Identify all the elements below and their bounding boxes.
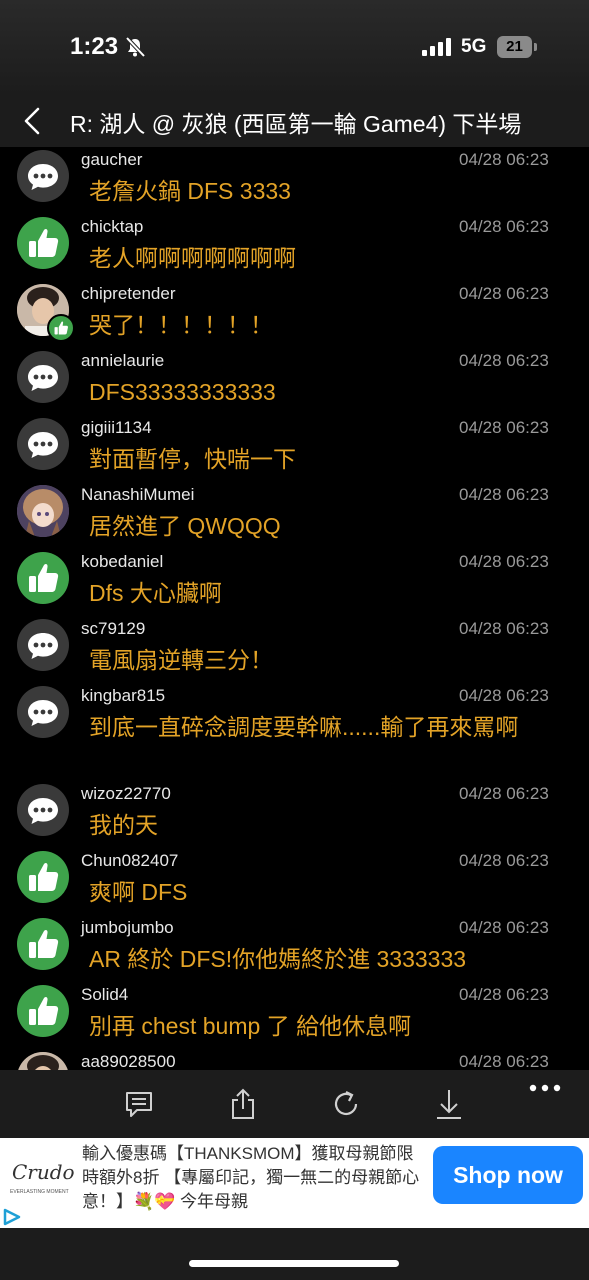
user-photo-avatar[interactable]: [17, 1052, 69, 1070]
comment-text: DFS33333333333: [89, 379, 276, 405]
chat-bubble-icon[interactable]: [17, 418, 69, 470]
comment-username[interactable]: aa89028500: [81, 1052, 176, 1070]
comment-text: 我的天: [89, 812, 158, 838]
download-icon[interactable]: [433, 1088, 465, 1120]
comment-text: 到底一直碎念調度要幹嘛......輸了再來罵啊: [89, 714, 519, 740]
comment-timestamp: 04/28 06:23: [459, 1052, 549, 1070]
chat-bubble-icon[interactable]: [17, 351, 69, 403]
thumbs-up-icon[interactable]: [17, 985, 69, 1037]
comment-text: 別再 chest bump 了 給他休息啊: [89, 1013, 412, 1039]
comment-timestamp: 04/28 06:23: [459, 418, 549, 437]
comment-username[interactable]: gaucher: [81, 150, 142, 170]
comment-timestamp: 04/28 06:23: [459, 619, 549, 638]
thumbs-up-icon[interactable]: [17, 918, 69, 970]
chat-bubble-icon[interactable]: [17, 686, 69, 738]
comment-text: 爽啊 DFS: [89, 879, 188, 905]
comment-username[interactable]: chicktap: [81, 217, 143, 237]
comment-text: 電風扇逆轉三分！: [89, 647, 273, 673]
ad-banner[interactable]: Crudo EVERLASTING MOMENT 輸入優惠碼【THANKSMOM…: [0, 1138, 589, 1228]
comment-username[interactable]: wizoz22770: [81, 784, 171, 804]
comment-username[interactable]: NanashiMumei: [81, 485, 194, 505]
comment-username[interactable]: Solid4: [81, 985, 128, 1005]
comment-text: 對面暫停，快喘一下: [89, 446, 296, 472]
comment-username[interactable]: kobedaniel: [81, 552, 163, 572]
comment-timestamp: 04/28 06:23: [459, 784, 549, 803]
comment-text: AR 終於 DFS!你他媽終於進 3333333: [89, 946, 467, 972]
chat-bubble-icon[interactable]: [17, 784, 69, 836]
comment-timestamp: 04/28 06:23: [459, 351, 549, 370]
thumbs-up-icon[interactable]: [17, 217, 69, 269]
like-badge-icon: [47, 314, 75, 342]
cellular-signal-icon: [422, 38, 451, 56]
comment-username[interactable]: Chun082407: [81, 851, 178, 871]
comment-username[interactable]: jumbojumbo: [81, 918, 174, 938]
comment-timestamp: 04/28 06:23: [459, 552, 549, 571]
page-title: R: 湖人 @ 灰狼 (西區第一輪 Game4) 下半場: [70, 111, 522, 137]
ad-logo-text: Crudo: [12, 1160, 75, 1184]
comment-timestamp: 04/28 06:23: [459, 851, 549, 870]
comment-timestamp: 04/28 06:23: [459, 284, 549, 303]
comment-timestamp: 04/28 06:23: [459, 985, 549, 1004]
comment-timestamp: 04/28 06:23: [459, 217, 549, 236]
comment-text: 老詹火鍋 DFS 3333: [89, 178, 291, 204]
comment-timestamp: 04/28 06:23: [459, 918, 549, 937]
more-icon[interactable]: [528, 1080, 562, 1096]
share-icon[interactable]: [227, 1088, 259, 1120]
refresh-icon[interactable]: [330, 1088, 362, 1120]
shop-now-button[interactable]: Shop now: [433, 1146, 583, 1204]
comment-text: 哭了！！！！！！: [89, 312, 273, 338]
home-area: [0, 1228, 589, 1280]
thumbs-up-icon[interactable]: [17, 552, 69, 604]
comment-text: Dfs 大心臟啊: [89, 580, 222, 606]
comment-list[interactable]: gaucher 04/28 06:23 老詹火鍋 DFS 3333 chicktap 0…: [0, 147, 589, 1070]
nav-bar: R: 湖人 @ 灰狼 (西區第一輪 Game4) 下半場: [0, 95, 589, 147]
comment-timestamp: 04/28 06:23: [459, 686, 549, 705]
ad-brand-logo: Crudo EVERLASTING MOMENT: [8, 1158, 75, 1208]
battery-level: 21: [497, 36, 532, 58]
battery-icon: 21: [497, 36, 537, 58]
ad-logo-tagline: EVERLASTING MOMENT: [10, 1189, 69, 1195]
ad-text[interactable]: 輸入優惠碼【THANKSMOM】獲取母親節限時額外8折 【專屬印記，獨一無二的母…: [82, 1142, 422, 1214]
clock: 1:23: [70, 33, 119, 60]
comment-icon[interactable]: [123, 1088, 155, 1120]
comment-username[interactable]: kingbar815: [81, 686, 165, 706]
back-chevron-icon[interactable]: [18, 103, 50, 139]
comment-username[interactable]: annielaurie: [81, 351, 164, 371]
home-indicator[interactable]: [189, 1260, 399, 1267]
status-bar: 1:23 5G 21: [0, 0, 589, 95]
comment-username[interactable]: sc79129: [81, 619, 145, 639]
battery-tip: [534, 43, 537, 51]
network-type: 5G: [461, 36, 487, 57]
comment-username[interactable]: gigiii1134: [81, 418, 152, 438]
adchoices-icon[interactable]: [0, 1206, 24, 1228]
bottom-toolbar: [0, 1070, 589, 1138]
comment-username[interactable]: chipretender: [81, 284, 176, 304]
anime-avatar[interactable]: [17, 485, 69, 537]
comment-text: 居然進了 QWQQQ: [89, 513, 281, 539]
bell-muted-icon: [125, 36, 146, 58]
comment-timestamp: 04/28 06:23: [459, 485, 549, 504]
thumbs-up-icon[interactable]: [17, 851, 69, 903]
user-photo-avatar[interactable]: [17, 284, 75, 342]
chat-bubble-icon[interactable]: [17, 619, 69, 671]
comment-timestamp: 04/28 06:23: [459, 150, 549, 169]
chat-bubble-icon[interactable]: [17, 150, 69, 202]
comment-text: 老人啊啊啊啊啊啊啊: [89, 245, 296, 271]
